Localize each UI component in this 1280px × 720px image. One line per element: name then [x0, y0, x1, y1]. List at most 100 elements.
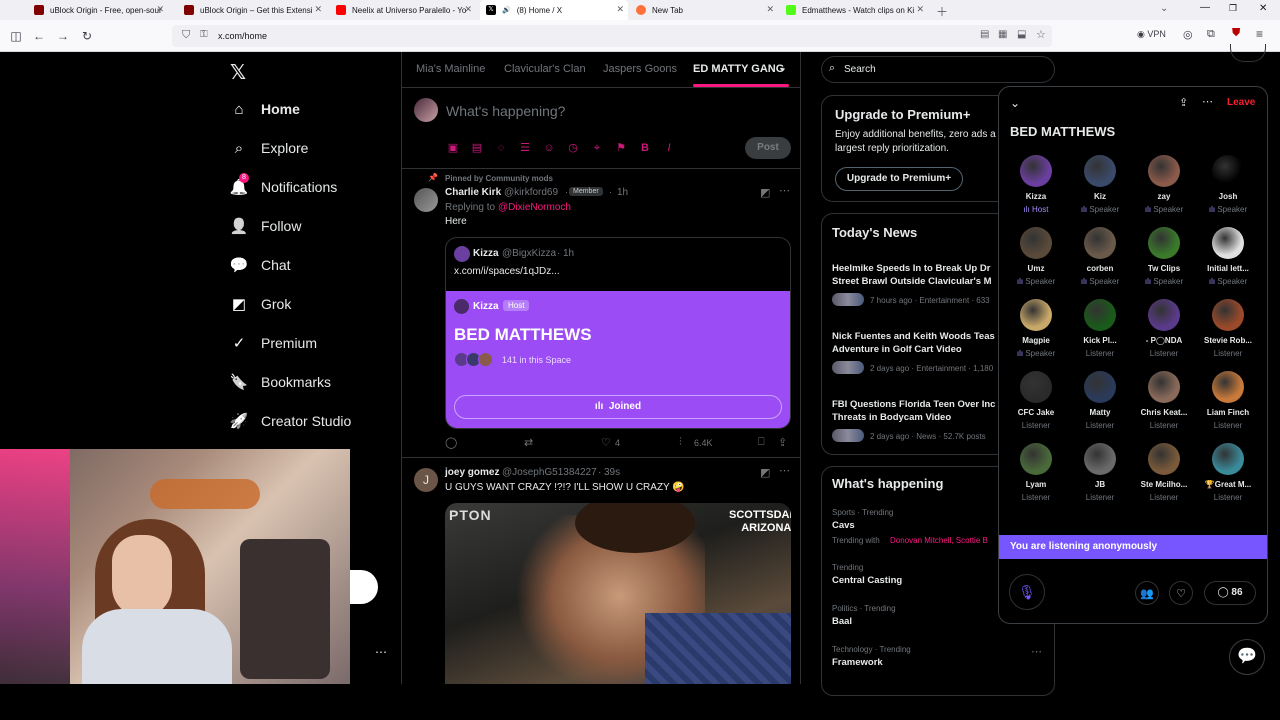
tab-jaspers-goons[interactable]: Jaspers Goons — [603, 63, 677, 75]
close-tab-icon[interactable]: ✕ — [156, 4, 164, 15]
reload-icon[interactable]: ↻ — [79, 28, 95, 44]
more-icon[interactable]: ⋯ — [375, 645, 387, 659]
space-participant[interactable]: CFC Jake Listener — [1004, 371, 1068, 430]
repost-icon[interactable]: ⇄ — [524, 436, 533, 449]
back-icon[interactable]: ← — [31, 28, 47, 44]
news-headline[interactable]: Street Brawl Outside Clavicular's M — [832, 275, 1012, 288]
trend-name[interactable]: Framework — [832, 657, 883, 668]
tab-claviculars-clan[interactable]: Clavicular's Clan — [504, 63, 586, 75]
x-logo-icon[interactable]: 𝕏 — [230, 60, 246, 85]
space-participant[interactable]: Stevie Rob... Listener — [1196, 299, 1260, 358]
user-avatar[interactable] — [414, 98, 438, 122]
people-icon[interactable]: 👥 — [1135, 581, 1159, 605]
space-participant[interactable]: Liam Finch Listener — [1196, 371, 1260, 430]
vpn-icon[interactable]: ◉ VPN — [1137, 29, 1166, 40]
more-icon[interactable]: ⋯ — [779, 464, 790, 477]
news-headline[interactable]: Nick Fuentes and Keith Woods Teas — [832, 330, 1012, 343]
replying-to-link[interactable]: @DixieNormoch — [498, 202, 571, 213]
space-participant[interactable]: Initial lett... ılı Speaker — [1196, 227, 1260, 286]
browser-tab[interactable]: New Tab ✕ — [630, 0, 778, 20]
messages-fab-icon[interactable]: 💬 — [1229, 639, 1265, 675]
search-input[interactable]: Search — [844, 64, 876, 75]
news-headline[interactable]: FBI Questions Florida Teen Over Inc — [832, 398, 1012, 411]
like-icon[interactable]: ♡ — [601, 436, 611, 449]
close-window-icon[interactable]: ✕ — [1259, 3, 1267, 14]
search-box[interactable]: ⌕ Search — [821, 56, 1055, 83]
location-icon[interactable]: ⌖ — [591, 142, 603, 154]
quote-link[interactable]: x.com/i/spaces/1qJDz... — [454, 266, 560, 277]
collapse-chevron-icon[interactable]: ⌄ — [1010, 96, 1020, 110]
close-tab-icon[interactable]: ✕ — [916, 4, 924, 15]
minimize-icon[interactable]: — — [1200, 2, 1210, 13]
grok-icon[interactable]: ◩ — [760, 186, 770, 199]
space-participant[interactable]: Umz ılı Speaker — [1004, 227, 1068, 286]
forward-icon[interactable]: → — [55, 28, 71, 44]
image-icon[interactable]: ▣ — [447, 142, 459, 154]
nav-item-explore[interactable]: ⌕ Explore — [230, 136, 309, 160]
space-participant[interactable]: 🏆Great M... Listener — [1196, 443, 1260, 502]
nav-item-home[interactable]: ⌂ Home — [230, 97, 299, 121]
browser-tab[interactable]: Edmatthews - Watch clips on Ki ✕ — [780, 0, 928, 20]
browser-tab-active[interactable]: 𝕏 🔊 (8) Home / X ✕ — [480, 0, 628, 20]
more-icon[interactable]: ⋯ — [779, 184, 790, 197]
author-handle[interactable]: @kirkford69 — [504, 187, 558, 198]
post-button-partial[interactable] — [350, 570, 378, 604]
share-icon[interactable]: ⇪ — [778, 436, 787, 449]
nav-item-chat[interactable]: 💬 Chat — [230, 253, 291, 277]
space-participant[interactable]: Kiz ılı Speaker — [1068, 155, 1132, 214]
trend-more-icon[interactable]: ⋯ — [1031, 645, 1042, 658]
space-participant[interactable]: Magpie ılı Speaker — [1004, 299, 1068, 358]
top-right-button-partial[interactable] — [1230, 44, 1266, 62]
space-participant[interactable]: Chris Keat... Listener — [1132, 371, 1196, 430]
quote-name[interactable]: Kizza — [473, 248, 499, 259]
tweet-time[interactable]: 1h — [617, 187, 628, 198]
close-tab-icon[interactable]: ✕ — [766, 4, 774, 15]
space-participant[interactable]: - P◯NDA Listener — [1132, 299, 1196, 358]
maximize-icon[interactable]: ❐ — [1229, 3, 1237, 14]
tab-ed-matty-gang[interactable]: ED MATTY GANG — [693, 63, 784, 75]
reply-icon[interactable]: ◯ — [445, 436, 457, 449]
browser-tab[interactable]: uBlock Origin - Free, open-sour ✕ — [28, 0, 168, 20]
account-icon[interactable]: ◎ — [1183, 28, 1193, 41]
tweet-time[interactable]: 39s — [604, 467, 620, 478]
italic-icon[interactable]: I — [663, 142, 675, 154]
microphone-icon[interactable]: 🎙 — [1009, 574, 1045, 610]
save-pocket-icon[interactable]: ⬓ — [1017, 29, 1026, 40]
new-tab-icon[interactable]: ＋ — [936, 3, 948, 20]
browser-tab[interactable]: Neelix at Universo Paralello - Yo ✕ — [330, 0, 476, 20]
author-handle[interactable]: @JosephG51384227 — [502, 467, 597, 478]
site-info-icon[interactable]: ⚿ — [200, 29, 208, 40]
space-participant[interactable]: Josh ılı Speaker — [1196, 155, 1260, 214]
nav-item-bookmarks[interactable]: 🔖 Bookmarks — [230, 370, 331, 394]
gif-icon[interactable]: ▤ — [471, 142, 483, 154]
space-participant[interactable]: Kick Pl... Listener — [1068, 299, 1132, 358]
tweet-video[interactable]: PTON SCOTTSDALE ARIZONA — [445, 503, 791, 684]
quote-tweet[interactable]: Kizza @BigxKizza · 1h x.com/i/spaces/1qJ… — [445, 237, 791, 429]
post-button[interactable]: Post — [745, 137, 791, 159]
share-icon[interactable]: ⇪ — [1179, 96, 1188, 109]
trend-with-links[interactable]: Donovan Mitchell, Scottie B — [890, 536, 998, 545]
chat-count-button[interactable]: ◯ 86 — [1204, 581, 1256, 605]
extensions-icon[interactable]: ⧉ — [1207, 28, 1215, 41]
poll-icon[interactable]: ☰ — [519, 142, 531, 154]
space-participant[interactable]: Kizza ılı Host — [1004, 155, 1068, 214]
trend-name[interactable]: Cavs — [832, 520, 855, 531]
news-headline[interactable]: Adventure in Golf Cart Video — [832, 343, 1012, 356]
translate-icon[interactable]: ▦ — [998, 29, 1007, 40]
sidebar-toggle-icon[interactable]: ◫ — [8, 28, 24, 44]
author-avatar[interactable] — [414, 188, 438, 212]
nav-item-premium[interactable]: ✓ Premium — [230, 331, 317, 355]
bookmark-star-icon[interactable]: ☆ — [1036, 28, 1046, 41]
trend-name[interactable]: Baal — [832, 616, 852, 627]
nav-item-grok[interactable]: ◩ Grok — [230, 292, 291, 316]
joined-button[interactable]: ılı Joined — [454, 395, 782, 419]
news-headline[interactable]: Heelmike Speeds In to Break Up Dr — [832, 262, 1012, 275]
space-participant[interactable]: Tw Clips ılı Speaker — [1132, 227, 1196, 286]
more-icon[interactable]: ⋯ — [1202, 95, 1213, 108]
space-participant[interactable]: Ste Mcilho... Listener — [1132, 443, 1196, 502]
reader-view-icon[interactable]: ▤ — [980, 29, 989, 40]
views-icon[interactable]: ⫶ — [679, 436, 682, 449]
reaction-icon[interactable]: ♡ — [1169, 581, 1193, 605]
space-participant[interactable]: JB Listener — [1068, 443, 1132, 502]
tab-mias-mainline[interactable]: Mia's Mainline — [416, 63, 485, 75]
